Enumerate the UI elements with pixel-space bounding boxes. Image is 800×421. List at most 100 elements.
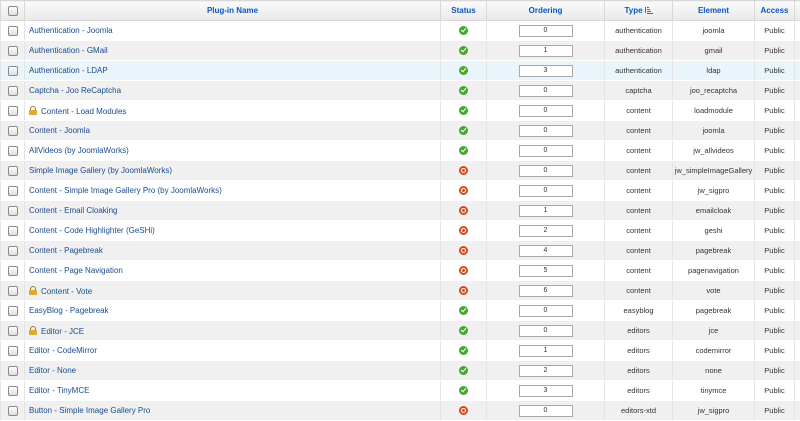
row-checkbox[interactable]: [8, 346, 18, 356]
status-cell[interactable]: [441, 201, 487, 221]
table-row[interactable]: Content - Simple Image Gallery Pro (by J…: [1, 181, 800, 201]
plugin-name-link[interactable]: Authentication - GMail: [29, 46, 108, 55]
table-row[interactable]: Content - Joomla0contentjoomlaPublic435: [1, 121, 800, 141]
table-row[interactable]: Button - Simple Image Gallery Pro0editor…: [1, 401, 800, 421]
row-checkbox[interactable]: [8, 86, 18, 96]
header-access[interactable]: Access: [755, 1, 795, 21]
select-all-checkbox[interactable]: [8, 6, 18, 16]
enabled-check-icon[interactable]: [459, 126, 468, 135]
ordering-input[interactable]: 2: [519, 225, 573, 237]
row-checkbox[interactable]: [8, 306, 18, 316]
plugin-name-link[interactable]: Authentication - Joomla: [29, 26, 113, 35]
header-type[interactable]: Type: [605, 1, 673, 21]
row-checkbox[interactable]: [8, 366, 18, 376]
status-cell[interactable]: [441, 41, 487, 61]
table-row[interactable]: Editor - CodeMirror1editorscodemirrorPub…: [1, 341, 800, 361]
ordering-input[interactable]: 4: [519, 245, 573, 257]
ordering-input[interactable]: 1: [519, 345, 573, 357]
ordering-input[interactable]: 0: [519, 305, 573, 317]
disabled-status-icon[interactable]: [459, 266, 468, 275]
table-row[interactable]: AllVideos (by JoomlaWorks)0contentjw_all…: [1, 141, 800, 161]
status-cell[interactable]: [441, 261, 487, 281]
enabled-check-icon[interactable]: [459, 146, 468, 155]
plugin-name-link[interactable]: Simple Image Gallery (by JoomlaWorks): [29, 166, 172, 175]
plugin-name-link[interactable]: EasyBlog - Pagebreak: [29, 306, 109, 315]
table-row[interactable]: Editor - None2editorsnonePublic411: [1, 361, 800, 381]
enabled-check-icon[interactable]: [459, 86, 468, 95]
row-checkbox-cell[interactable]: [1, 61, 25, 81]
row-checkbox-cell[interactable]: [1, 261, 25, 281]
row-checkbox[interactable]: [8, 66, 18, 76]
plugin-name-link[interactable]: Content - Vote: [41, 287, 92, 296]
row-checkbox[interactable]: [8, 386, 18, 396]
plugin-name-link[interactable]: Captcha - Joo ReCaptcha: [29, 86, 121, 95]
header-status[interactable]: Status: [441, 1, 487, 21]
table-row[interactable]: Content - Load Modules0contentloadmodule…: [1, 101, 800, 121]
header-element[interactable]: Element: [673, 1, 755, 21]
row-checkbox-cell[interactable]: [1, 161, 25, 181]
ordering-input[interactable]: 0: [519, 125, 573, 137]
enabled-check-icon[interactable]: [459, 326, 468, 335]
status-cell[interactable]: [441, 81, 487, 101]
status-cell[interactable]: [441, 341, 487, 361]
disabled-status-icon[interactable]: [459, 166, 468, 175]
row-checkbox[interactable]: [8, 406, 18, 416]
status-cell[interactable]: [441, 101, 487, 121]
row-checkbox[interactable]: [8, 26, 18, 36]
enabled-check-icon[interactable]: [459, 26, 468, 35]
status-cell[interactable]: [441, 221, 487, 241]
row-checkbox-cell[interactable]: [1, 361, 25, 381]
ordering-input[interactable]: 5: [519, 265, 573, 277]
row-checkbox-cell[interactable]: [1, 201, 25, 221]
row-checkbox-cell[interactable]: [1, 281, 25, 301]
header-id[interactable]: ID: [795, 1, 800, 21]
status-cell[interactable]: [441, 301, 487, 321]
table-row[interactable]: EasyBlog - Pagebreak0easyblogpagebreakPu…: [1, 301, 800, 321]
table-row[interactable]: Content - Page Navigation5contentpagenav…: [1, 261, 800, 281]
table-row[interactable]: Content - Code Highlighter (GeSHi)2conte…: [1, 221, 800, 241]
plugin-name-link[interactable]: Content - Joomla: [29, 126, 90, 135]
status-cell[interactable]: [441, 401, 487, 421]
enabled-check-icon[interactable]: [459, 46, 468, 55]
plugin-name-link[interactable]: Content - Email Cloaking: [29, 206, 117, 215]
row-checkbox-cell[interactable]: [1, 321, 25, 341]
row-checkbox[interactable]: [8, 126, 18, 136]
row-checkbox-cell[interactable]: [1, 21, 25, 41]
plugin-name-link[interactable]: AllVideos (by JoomlaWorks): [29, 146, 129, 155]
ordering-input[interactable]: 3: [519, 65, 573, 77]
table-row[interactable]: Authentication - GMail1authenticationgma…: [1, 41, 800, 61]
row-checkbox-cell[interactable]: [1, 141, 25, 161]
row-checkbox-cell[interactable]: [1, 301, 25, 321]
row-checkbox[interactable]: [8, 206, 18, 216]
table-row[interactable]: Authentication - Joomla0authenticationjo…: [1, 21, 800, 41]
table-row[interactable]: Captcha - Joo ReCaptcha0captchajoo_recap…: [1, 81, 800, 101]
table-row[interactable]: Editor - JCE0editorsjcePublic10073: [1, 321, 800, 341]
ordering-input[interactable]: 0: [519, 165, 573, 177]
row-checkbox-cell[interactable]: [1, 401, 25, 421]
disabled-status-icon[interactable]: [459, 406, 468, 415]
table-row[interactable]: Authentication - LDAP3authenticationldap…: [1, 61, 800, 81]
plugin-name-link[interactable]: Content - Page Navigation: [29, 266, 123, 275]
ordering-input[interactable]: 0: [519, 25, 573, 37]
status-cell[interactable]: [441, 361, 487, 381]
row-checkbox-cell[interactable]: [1, 341, 25, 361]
disabled-status-icon[interactable]: [459, 206, 468, 215]
table-row[interactable]: Content - Email Cloaking1contentemailclo…: [1, 201, 800, 221]
row-checkbox[interactable]: [8, 146, 18, 156]
status-cell[interactable]: [441, 61, 487, 81]
row-checkbox[interactable]: [8, 286, 18, 296]
row-checkbox[interactable]: [8, 186, 18, 196]
row-checkbox[interactable]: [8, 106, 18, 116]
row-checkbox[interactable]: [8, 266, 18, 276]
ordering-input[interactable]: 0: [519, 185, 573, 197]
status-cell[interactable]: [441, 381, 487, 401]
plugin-name-link[interactable]: Content - Pagebreak: [29, 246, 103, 255]
ordering-input[interactable]: 0: [519, 325, 573, 337]
header-select-all[interactable]: [1, 1, 25, 21]
plugin-name-link[interactable]: Editor - CodeMirror: [29, 346, 97, 355]
enabled-check-icon[interactable]: [459, 106, 468, 115]
status-cell[interactable]: [441, 161, 487, 181]
row-checkbox-cell[interactable]: [1, 121, 25, 141]
ordering-input[interactable]: 1: [519, 205, 573, 217]
row-checkbox[interactable]: [8, 326, 18, 336]
